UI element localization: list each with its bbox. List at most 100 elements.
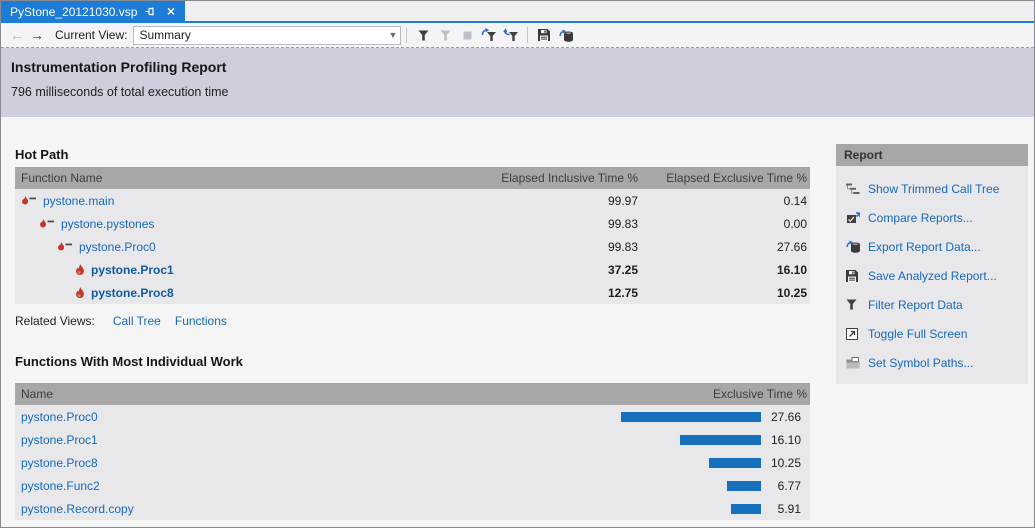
- toolbar-buttons: [401, 25, 577, 46]
- hot-path-row: pystone.Proc8 12.7510.25: [15, 281, 810, 304]
- function-link[interactable]: pystone.Proc1: [91, 263, 174, 277]
- function-link[interactable]: pystone.pystones: [61, 217, 154, 231]
- column-elapsed-exclusive[interactable]: Elapsed Exclusive Time %: [641, 171, 810, 185]
- time-bar-cell: [611, 481, 761, 491]
- exclusive-time-bar: [680, 435, 761, 445]
- back-arrow-icon[interactable]: ←: [7, 28, 27, 42]
- function-cell: pystone.Proc0: [15, 410, 611, 424]
- report-panel-title: Report: [836, 144, 1028, 166]
- exclusive-time-value: 5.91: [761, 502, 810, 516]
- time-bar-cell: [611, 412, 761, 422]
- refresh-filter-button[interactable]: [478, 25, 500, 46]
- report-link-compare-reports[interactable]: Compare Reports...: [836, 203, 1028, 232]
- reapply-filter-button[interactable]: [500, 25, 522, 46]
- exclusive-time-bar: [709, 458, 761, 468]
- functions-table-header: Name Exclusive Time %: [15, 383, 810, 405]
- hot-path-row: pystone.main99.970.14: [15, 189, 810, 212]
- exclusive-time-value: 6.77: [761, 479, 810, 493]
- current-view-dropdown[interactable]: Summary ▼: [133, 26, 401, 45]
- function-link[interactable]: pystone.Proc1: [21, 433, 98, 447]
- function-link[interactable]: pystone.Proc0: [21, 410, 98, 424]
- filter-button[interactable]: [412, 25, 434, 46]
- hot-path-row: pystone.Proc1 37.2516.10: [15, 258, 810, 281]
- report-link-label: Export Report Data...: [868, 240, 981, 254]
- total-time-text: 796 milliseconds of total execution time: [11, 85, 1034, 99]
- functions-title: Functions With Most Individual Work: [15, 354, 243, 369]
- report-link-label: Set Symbol Paths...: [868, 356, 973, 370]
- function-work-row: pystone.Proc1 16.10: [15, 428, 810, 451]
- report-panel: Report Show Trimmed Call TreeCompare Rep…: [836, 144, 1028, 384]
- function-cell: pystone.Proc1: [15, 263, 441, 277]
- pin-icon[interactable]: [144, 4, 157, 18]
- report-link-label: Toggle Full Screen: [868, 327, 967, 341]
- compare-reports-icon: [846, 212, 868, 224]
- column-elapsed-inclusive[interactable]: Elapsed Inclusive Time %: [441, 171, 641, 185]
- report-link-set-symbol-paths[interactable]: Set Symbol Paths...: [836, 348, 1028, 377]
- column-function-name[interactable]: Function Name: [15, 171, 441, 185]
- hotpath-flame-dash-icon: [21, 195, 37, 207]
- summary-content: Hot Path Function Name Elapsed Inclusive…: [1, 117, 1034, 528]
- export-data-button[interactable]: [555, 25, 577, 46]
- flame-icon: [75, 264, 85, 276]
- trimmed-call-tree-icon: [846, 183, 868, 195]
- exclusive-time-value: 16.10: [641, 263, 810, 277]
- save-button[interactable]: [533, 25, 555, 46]
- hot-path-row: pystone.pystones99.830.00: [15, 212, 810, 235]
- function-cell: pystone.Proc8: [15, 456, 611, 470]
- report-link-toggle-full-screen[interactable]: Toggle Full Screen: [836, 319, 1028, 348]
- function-work-row: pystone.Proc027.66: [15, 405, 810, 428]
- function-cell: pystone.pystones: [15, 217, 441, 231]
- filter-icon: [846, 299, 868, 310]
- exclusive-time-value: 16.10: [761, 433, 810, 447]
- function-cell: pystone.Proc0: [15, 240, 441, 254]
- hotpath-flame-dash-icon: [57, 241, 73, 253]
- function-cell: pystone.Proc8: [15, 286, 441, 300]
- function-link[interactable]: pystone.main: [43, 194, 114, 208]
- forward-arrow-icon[interactable]: →: [27, 28, 47, 42]
- toolbar-separator: [527, 27, 528, 43]
- time-bar-cell: [611, 504, 761, 514]
- related-views-label: Related Views:: [15, 314, 95, 328]
- chevron-down-icon: ▼: [385, 30, 400, 40]
- functions-rows: pystone.Proc027.66pystone.Proc116.10pyst…: [15, 405, 810, 520]
- current-view-value: Summary: [139, 28, 385, 42]
- report-link-save-analyzed-report[interactable]: Save Analyzed Report...: [836, 261, 1028, 290]
- related-view-link-call-tree[interactable]: Call Tree: [113, 314, 161, 328]
- exclusive-time-bar: [731, 504, 761, 514]
- inclusive-time-value: 12.75: [441, 286, 641, 300]
- exclusive-time-value: 27.66: [641, 240, 810, 254]
- column-exclusive-time[interactable]: Exclusive Time %: [610, 387, 810, 401]
- tab-title: PyStone_20121030.vsp: [10, 4, 137, 19]
- hot-path-rows: pystone.main99.970.14 pystone.pystones 99.…: [15, 189, 810, 304]
- functions-table: Name Exclusive Time % pystone.Proc027.66…: [15, 383, 810, 520]
- export-data-icon: [846, 240, 868, 253]
- exclusive-time-bar: [621, 412, 761, 422]
- hot-path-table-header: Function Name Elapsed Inclusive Time % E…: [15, 167, 810, 189]
- function-link[interactable]: pystone.Proc8: [21, 456, 98, 470]
- exclusive-time-value: 10.25: [641, 286, 810, 300]
- report-link-export-report-data[interactable]: Export Report Data...: [836, 232, 1028, 261]
- symbol-paths-icon: [846, 357, 868, 369]
- report-link-label: Save Analyzed Report...: [868, 269, 997, 283]
- function-link[interactable]: pystone.Func2: [21, 479, 100, 493]
- function-work-row: pystone.Func2 6.77: [15, 474, 810, 497]
- hotpath-flame-dash-icon: [39, 218, 55, 230]
- related-links: Call Tree Functions: [113, 314, 241, 328]
- inclusive-time-value: 37.25: [441, 263, 641, 277]
- document-tab[interactable]: PyStone_20121030.vsp ×: [1, 1, 185, 21]
- inclusive-time-value: 99.83: [441, 217, 641, 231]
- column-name[interactable]: Name: [15, 387, 610, 401]
- function-link[interactable]: pystone.Record.copy: [21, 502, 134, 516]
- tab-strip: PyStone_20121030.vsp ×: [1, 1, 1034, 21]
- exclusive-time-bar: [727, 481, 761, 491]
- function-link[interactable]: pystone.Proc0: [79, 240, 156, 254]
- function-cell: pystone.main: [15, 194, 441, 208]
- related-view-link-functions[interactable]: Functions: [175, 314, 227, 328]
- function-link[interactable]: pystone.Proc8: [91, 286, 174, 300]
- report-link-filter-report-data[interactable]: Filter Report Data: [836, 290, 1028, 319]
- close-icon[interactable]: ×: [164, 4, 177, 18]
- exclusive-time-value: 0.14: [641, 194, 810, 208]
- save-icon: [846, 270, 868, 282]
- flame-icon: [75, 287, 85, 299]
- report-link-show-trimmed-call-tree[interactable]: Show Trimmed Call Tree: [836, 174, 1028, 203]
